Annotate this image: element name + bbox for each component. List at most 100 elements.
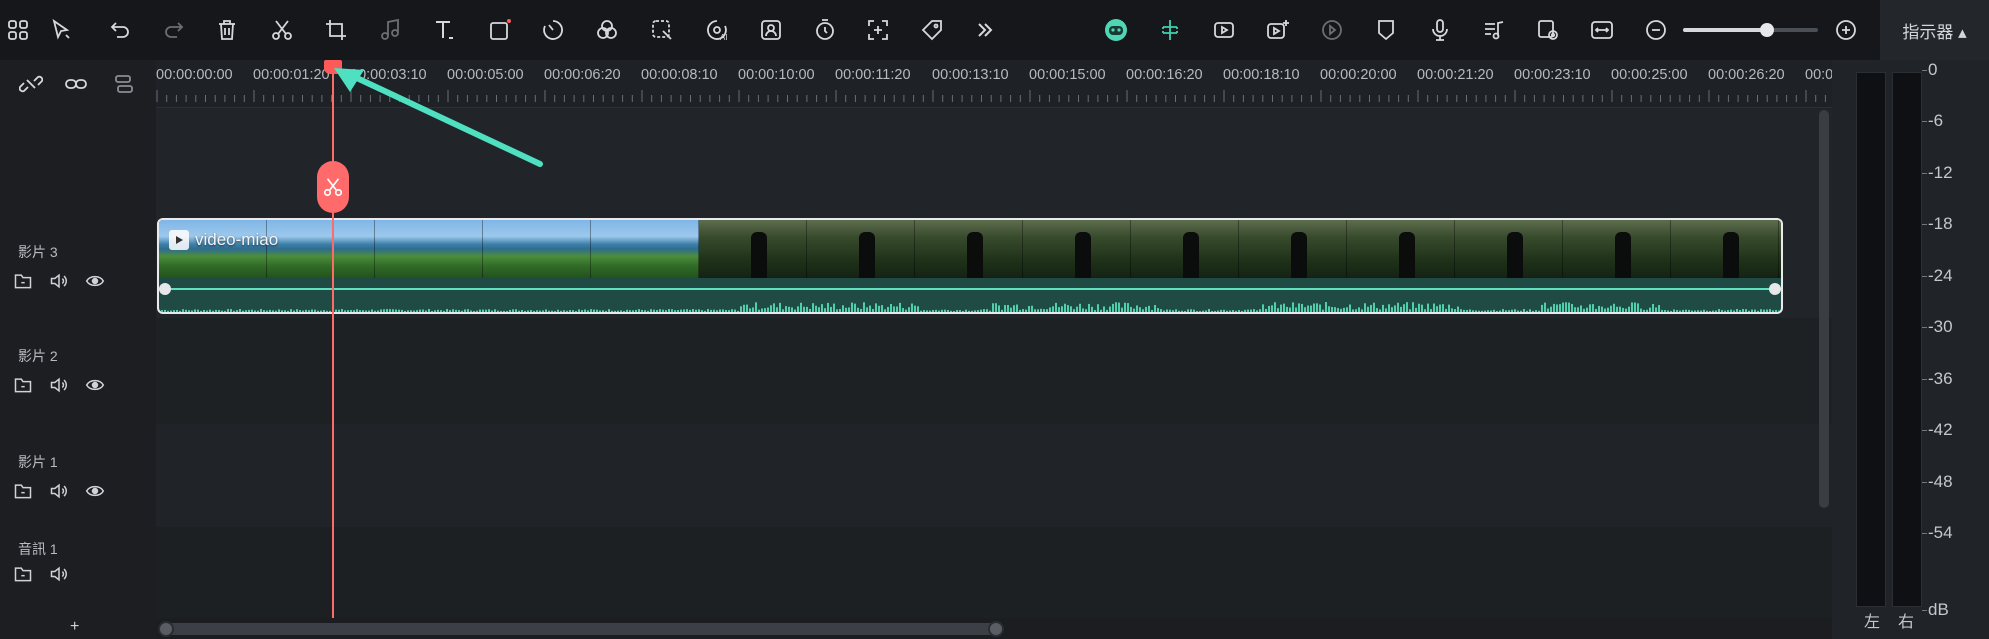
lane-audio-1[interactable] [156, 527, 1832, 618]
ai-assistant-icon[interactable] [1100, 14, 1132, 46]
folder-lock-icon[interactable] [12, 563, 34, 585]
marker-disabled-icon[interactable] [1316, 14, 1348, 46]
link-icon[interactable] [62, 70, 90, 98]
waveform-bar [1736, 309, 1738, 312]
speaker-icon[interactable] [48, 374, 70, 396]
zoom-slider-thumb[interactable] [1759, 23, 1774, 37]
waveform-bar [965, 309, 967, 312]
waveform-bar [1127, 303, 1129, 312]
select-arrow-icon[interactable] [45, 14, 77, 46]
waveform-bar [482, 309, 484, 312]
color-icon[interactable] [591, 14, 623, 46]
speaker-icon[interactable] [48, 480, 70, 502]
clip-volume-line[interactable] [163, 288, 1777, 290]
waveform-bar [1667, 310, 1669, 312]
tag-icon[interactable] [916, 14, 948, 46]
speaker-icon[interactable] [48, 563, 70, 585]
waveform-bar [620, 310, 622, 312]
lane-video-1[interactable] [156, 424, 1832, 527]
vertical-scrollbar[interactable] [1816, 108, 1832, 618]
music-list-icon[interactable] [1478, 14, 1510, 46]
grid-icon[interactable] [2, 14, 34, 46]
speed-icon[interactable] [537, 14, 569, 46]
waveform-bar [1373, 302, 1375, 312]
render-preview-icon[interactable] [1208, 14, 1240, 46]
crop-icon[interactable] [320, 14, 352, 46]
folder-lock-icon[interactable] [12, 480, 34, 502]
waveform-bar [473, 310, 475, 312]
vertical-scrollbar-thumb[interactable] [1819, 110, 1829, 508]
ai-icon[interactable]: AI [701, 14, 733, 46]
waveform-bar [1577, 307, 1579, 312]
portrait-icon[interactable] [755, 14, 787, 46]
waveform-bar [1742, 309, 1744, 312]
waveform-bar [1619, 306, 1621, 312]
db-tick: -24 [1922, 266, 1953, 285]
delete-icon[interactable] [211, 14, 243, 46]
waveform-bar [425, 310, 427, 312]
waveform-bar [1427, 303, 1429, 312]
unlink-icon[interactable] [17, 70, 45, 98]
waveform-bar [227, 309, 229, 312]
eye-icon[interactable] [84, 270, 106, 292]
waveform-bar [1724, 310, 1726, 312]
eye-icon[interactable] [84, 480, 106, 502]
meter-panel-header[interactable]: 指示器 ▴ [1880, 0, 1989, 60]
waveform-bar [1469, 309, 1471, 312]
speaker-icon[interactable] [48, 270, 70, 292]
waveform-bar [503, 310, 505, 312]
waveform-bar [1142, 309, 1144, 312]
add-track-button[interactable]: + [70, 618, 79, 636]
shield-icon[interactable] [1370, 14, 1402, 46]
redo-icon[interactable] [158, 14, 190, 46]
waveform-bar [1199, 310, 1201, 312]
shape-icon[interactable] [484, 14, 516, 46]
lane-video-2[interactable] [156, 318, 1832, 424]
zoom-out-icon[interactable] [1640, 14, 1672, 46]
waveform-bar [758, 309, 760, 312]
layout-icon[interactable] [110, 70, 138, 98]
annotation-arrow [334, 68, 543, 167]
waveform-bar [1190, 309, 1192, 312]
scrollbar-right-handle[interactable] [988, 621, 1004, 637]
horizontal-scrollbar-thumb[interactable] [164, 623, 1002, 635]
waveform-bar [1028, 306, 1030, 312]
waveform-bar [389, 309, 391, 312]
snap-icon[interactable] [1154, 14, 1186, 46]
zoom-slider[interactable] [1683, 23, 1818, 37]
fit-icon[interactable] [1586, 14, 1618, 46]
waveform-bar [434, 310, 436, 312]
more-icon[interactable] [969, 14, 1001, 46]
cut-icon[interactable] [266, 14, 298, 46]
folder-lock-icon[interactable] [12, 374, 34, 396]
audio-note-icon[interactable] [374, 14, 406, 46]
waveform-bar [1646, 309, 1648, 312]
waveform-bar [530, 310, 532, 312]
folder-lock-icon[interactable] [12, 270, 34, 292]
waveform-bar [1706, 310, 1708, 312]
text-icon[interactable] [429, 14, 461, 46]
eye-icon[interactable] [84, 374, 106, 396]
scrollbar-left-handle[interactable] [158, 621, 174, 637]
mask-icon[interactable] [646, 14, 678, 46]
zoom-in-icon[interactable] [1830, 14, 1862, 46]
horizontal-scrollbar[interactable] [156, 618, 1832, 639]
waveform-bar [698, 309, 700, 312]
waveform-bar [773, 303, 775, 312]
video-clip[interactable]: video-miao [157, 218, 1783, 314]
microphone-icon[interactable] [1424, 14, 1456, 46]
timer-icon[interactable] [809, 14, 841, 46]
waveform-bar [851, 302, 853, 312]
waveform-bar [1640, 308, 1642, 312]
waveform-bar [170, 310, 172, 312]
add-frame-icon[interactable] [862, 14, 894, 46]
waveform-bar [1379, 309, 1381, 312]
undo-icon[interactable] [104, 14, 136, 46]
waveform-bar [1496, 310, 1498, 312]
waveform-bar [587, 310, 589, 312]
add-video-icon[interactable] [1262, 14, 1294, 46]
waveform-bar [1295, 307, 1297, 312]
waveform-bar [929, 310, 931, 312]
preview-toggle-icon[interactable] [1532, 14, 1564, 46]
waveform-bar [1016, 304, 1018, 312]
